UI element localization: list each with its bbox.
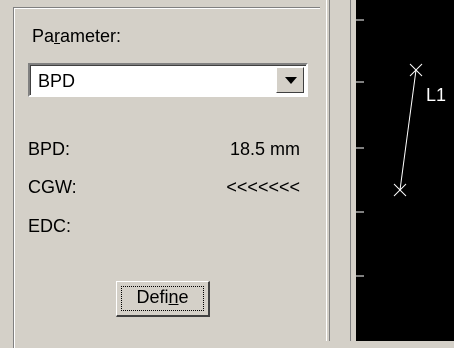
image-viewport[interactable]: L1 (356, 0, 454, 341)
define-button[interactable]: Define (116, 281, 210, 317)
edc-label: EDC: (28, 216, 72, 236)
cgw-label: CGW: (28, 177, 77, 197)
splitter-highlight (326, 0, 327, 341)
measurement-panel: Parameter: BPD BPD: 18.5 mm CGW: <<<<<<<… (0, 0, 321, 348)
define-button-label: Define (136, 287, 189, 307)
bpd-value: 18.5 mm (229, 139, 300, 159)
dropdown-button[interactable] (276, 67, 304, 93)
chevron-down-icon (285, 77, 297, 84)
splitter-edge (350, 0, 351, 341)
parameter-select[interactable]: BPD (28, 63, 308, 97)
line-label: L1 (426, 85, 446, 105)
splitter-shadow (329, 0, 330, 341)
measurement-line[interactable] (399, 69, 417, 191)
cgw-value: <<<<<<< (226, 177, 300, 197)
measurement-overlay: L1 (356, 19, 446, 277)
bpd-label: BPD: (28, 139, 71, 159)
parameter-select-value: BPD (38, 71, 76, 91)
parameter-label: Parameter: (32, 26, 122, 46)
